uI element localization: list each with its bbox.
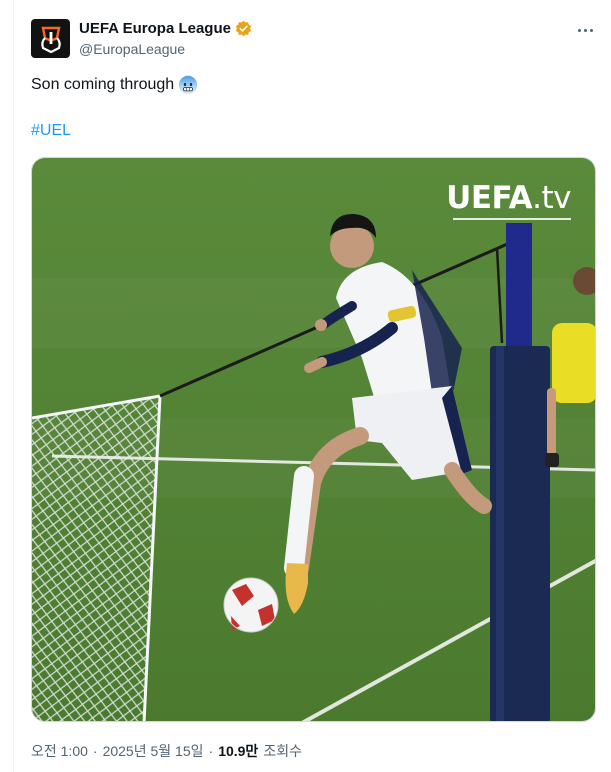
tweet-time[interactable]: 오전 1:00 <box>31 741 88 761</box>
watermark-underline <box>453 218 571 220</box>
meta-separator: · <box>208 743 214 759</box>
more-dot <box>583 28 587 32</box>
watermark-light: .tv <box>532 180 571 216</box>
avatar[interactable] <box>31 19 70 58</box>
timeline-divider <box>13 0 14 772</box>
hashtag-link[interactable]: #UEL <box>31 122 71 140</box>
verified-badge-icon <box>235 20 252 37</box>
match-video-frame <box>32 158 595 721</box>
views-label: 조회수 <box>263 743 302 759</box>
tweet-date[interactable]: 2025년 5월 15일 <box>103 741 204 761</box>
more-options-button[interactable] <box>573 20 597 40</box>
more-dot <box>589 28 593 32</box>
tweet-media[interactable]: UEFA.tv <box>31 157 596 722</box>
user-handle[interactable]: @EuropaLeague <box>79 41 185 57</box>
views-count: 10.9만 <box>218 743 259 759</box>
tweet-body: Son coming through <box>31 76 175 93</box>
meta-separator: · <box>92 743 98 759</box>
tweet-metadata: 오전 1:00 · 2025년 5월 15일 · 10.9만 조회수 <box>31 741 302 761</box>
cold-sweat-emoji-icon <box>179 75 198 95</box>
display-name[interactable]: UEFA Europa League <box>79 20 231 37</box>
uefa-tv-watermark: UEFA.tv <box>446 180 571 216</box>
tweet-text: Son coming through <box>31 74 198 96</box>
more-dots-icon <box>577 28 581 32</box>
tweet-header: UEFA Europa League @EuropaLeague <box>31 18 597 60</box>
watermark-bold: UEFA <box>446 180 533 216</box>
europa-league-logo-icon <box>40 26 61 53</box>
